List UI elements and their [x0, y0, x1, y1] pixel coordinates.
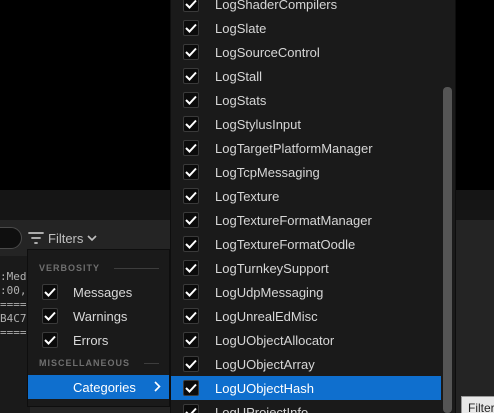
category-item[interactable]: LogUObjectArray	[171, 352, 442, 376]
checkbox-checked-icon	[183, 356, 199, 372]
chevron-right-icon	[154, 380, 161, 395]
checkbox-checked-icon	[183, 0, 199, 12]
checkbox-checked-icon	[183, 68, 199, 84]
checkbox-checked-icon	[42, 284, 58, 300]
category-item[interactable]: LogSourceControl	[171, 40, 442, 64]
menu-item-messages[interactable]: Messages	[28, 280, 169, 304]
checkbox-checked-icon	[42, 332, 58, 348]
log-line: :00,	[0, 284, 27, 297]
category-label: LogTextureFormatOodle	[215, 236, 356, 252]
category-item[interactable]: LogUProjectInfo	[171, 400, 442, 413]
category-item[interactable]: LogTextureFormatManager	[171, 208, 442, 232]
checkbox-checked-icon	[183, 380, 199, 396]
checkbox-checked-icon	[183, 236, 199, 252]
checkbox-checked-icon	[183, 140, 199, 156]
checkbox-checked-icon	[42, 308, 58, 324]
category-label: LogStylusInput	[215, 116, 302, 132]
checkbox-checked-icon	[183, 260, 199, 276]
category-label: LogTargetPlatformManager	[215, 140, 373, 156]
log-line: ====	[0, 298, 27, 311]
checkbox-checked-icon	[183, 308, 199, 324]
category-item[interactable]: LogTextureFormatOodle	[171, 232, 442, 256]
checkbox-checked-icon	[183, 20, 199, 36]
menu-item-label: Errors	[73, 332, 109, 348]
log-text-area: :Medi :00, ==== B4C7 ====	[0, 256, 30, 413]
checkbox-checked-icon	[183, 92, 199, 108]
log-line: ====	[0, 326, 27, 339]
category-label: LogStats	[215, 92, 267, 108]
category-label: LogTcpMessaging	[215, 164, 320, 180]
category-label: LogSlate	[215, 20, 267, 36]
category-item[interactable]: LogStall	[171, 64, 442, 88]
menu-item-label: Messages	[73, 284, 133, 300]
submenu-scrollbar-thumb[interactable]	[443, 87, 452, 413]
menu-item-label: Categories	[73, 379, 136, 395]
category-label: LogUdpMessaging	[215, 284, 324, 300]
category-item[interactable]: LogTurnkeySupport	[171, 256, 442, 280]
category-label: LogStall	[215, 68, 262, 84]
miscellaneous-section-header: MISCELLANEOUS	[39, 356, 159, 370]
category-item[interactable]: LogStats	[171, 88, 442, 112]
categories-submenu: LogShaderCompilers LogSlate LogSourceContr…	[170, 0, 456, 413]
category-label: LogTexture	[215, 188, 280, 204]
log-line: :Medi	[0, 270, 30, 283]
category-item[interactable]: LogTcpMessaging	[171, 160, 442, 184]
category-item[interactable]: LogStylusInput	[171, 112, 442, 136]
category-label: LogUObjectAllocator	[215, 332, 335, 348]
filters-label: Filters	[48, 230, 84, 246]
checkbox-checked-icon	[183, 44, 199, 60]
category-label: LogSourceControl	[215, 44, 320, 60]
checkbox-checked-icon	[183, 284, 199, 300]
filters-button[interactable]: Filters	[28, 227, 97, 249]
menu-item-categories[interactable]: Categories	[28, 375, 169, 399]
category-item[interactable]: LogTargetPlatformManager	[171, 136, 442, 160]
checkbox-checked-icon	[183, 188, 199, 204]
category-label: LogUObjectArray	[215, 356, 315, 372]
chevron-down-icon	[87, 234, 97, 242]
log-line: B4C7	[0, 312, 27, 325]
category-label: LogUObjectHash	[215, 380, 314, 396]
category-item[interactable]: LogUObjectHash	[171, 376, 442, 400]
checkbox-checked-icon	[183, 332, 199, 348]
category-item[interactable]: LogUdpMessaging	[171, 280, 442, 304]
category-label: LogTurnkeySupport	[215, 260, 329, 276]
menu-item-warnings[interactable]: Warnings	[28, 304, 169, 328]
checkbox-checked-icon	[183, 212, 199, 228]
search-input[interactable]	[0, 227, 22, 249]
category-item[interactable]: LogShaderCompilers	[171, 0, 442, 16]
category-item[interactable]: LogTexture	[171, 184, 442, 208]
category-item[interactable]: LogSlate	[171, 16, 442, 40]
menu-item-errors[interactable]: Errors	[28, 328, 169, 352]
category-item[interactable]: LogUObjectAllocator	[171, 328, 442, 352]
category-item[interactable]: LogUnrealEdMisc	[171, 304, 442, 328]
checkbox-checked-icon	[183, 164, 199, 180]
checkbox-checked-icon	[183, 404, 199, 413]
filters-menu: VERBOSITY Messages Warnings Errors MISCE…	[27, 249, 170, 407]
category-label: LogUProjectInfo	[215, 404, 309, 413]
category-label: LogTextureFormatManager	[215, 212, 372, 228]
tooltip: Filter	[461, 396, 494, 413]
category-label: LogShaderCompilers	[215, 0, 338, 12]
checkbox-checked-icon	[183, 116, 199, 132]
category-label: LogUnrealEdMisc	[215, 308, 318, 324]
menu-item-label: Warnings	[73, 308, 128, 324]
verbosity-section-header: VERBOSITY	[39, 261, 159, 275]
filter-icon	[28, 231, 44, 245]
